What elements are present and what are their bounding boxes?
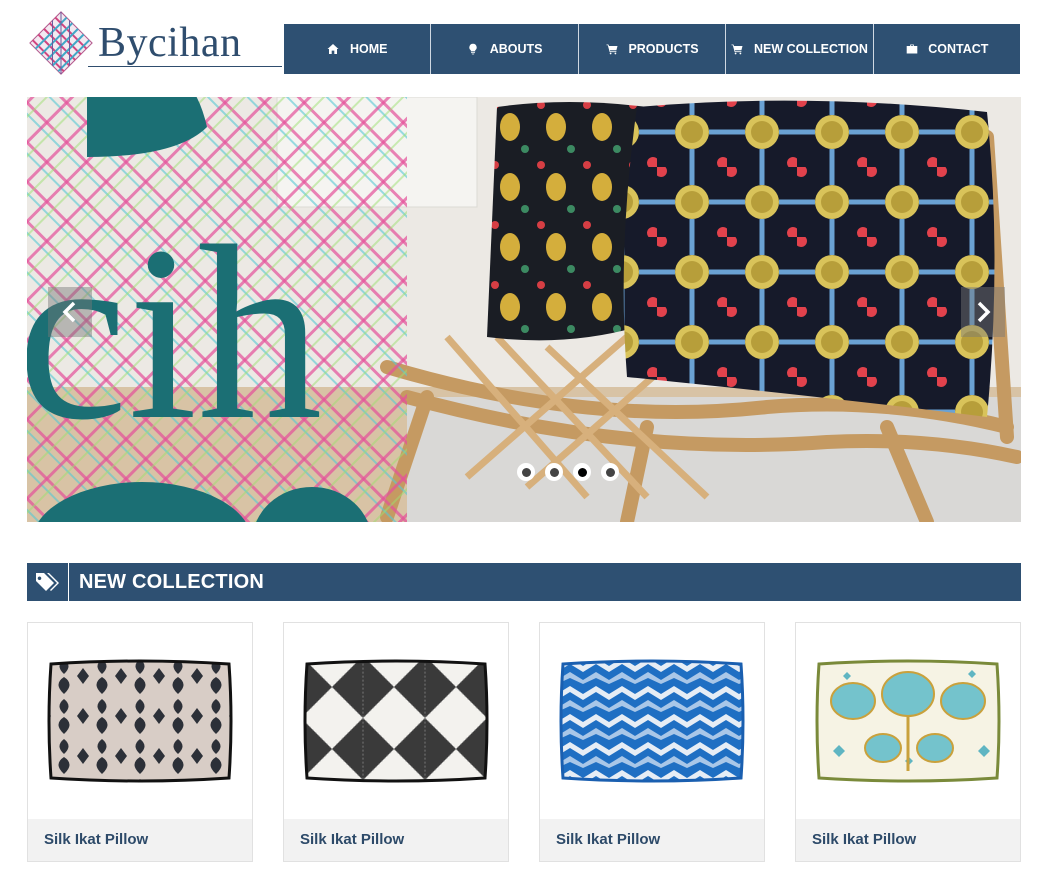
hero-slide-image: cih [27,97,1021,522]
hero-slider: cih [27,97,1021,522]
nav-item-label: NEW COLLECTION [753,42,868,56]
product-card[interactable]: Silk Ikat Pillow [795,622,1021,862]
chevron-left-icon [62,301,76,323]
tags-icon [27,563,69,601]
nav-item-label: PRODUCTS [628,42,699,56]
product-image [540,623,764,819]
slider-dot[interactable] [545,463,563,481]
nav-item-label: CONTACT [928,42,989,56]
logo-underline [88,66,282,67]
product-grid: Silk Ikat Pillow Silk Ikat Pillow Silk I… [27,622,1021,862]
product-name: Silk Ikat Pillow [540,819,764,861]
chevron-right-icon [977,301,991,323]
cart-icon [605,43,618,56]
nav-item-label: HOME [349,42,388,56]
section-title: NEW COLLECTION [79,570,265,593]
briefcase-icon [905,43,918,56]
product-image [284,623,508,819]
section-header-new-collection: NEW COLLECTION [27,563,1021,601]
slider-prev-button[interactable] [48,287,92,337]
nav-item-products[interactable]: PRODUCTS [579,24,727,74]
slider-dot[interactable] [601,463,619,481]
product-name: Silk Ikat Pillow [796,819,1020,861]
nav-item-abouts[interactable]: ABOUTS [431,24,579,74]
logo-diamond-icon [29,11,93,75]
product-name: Silk Ikat Pillow [284,819,508,861]
slider-pagination [517,463,619,481]
slider-next-button[interactable] [961,287,1005,337]
product-card[interactable]: Silk Ikat Pillow [539,622,765,862]
logo-text: Bycihan [98,20,242,66]
slider-dot[interactable] [517,463,535,481]
product-image [796,623,1020,819]
site-logo[interactable]: Bycihan [28,10,282,76]
slider-dot-active[interactable] [573,463,591,481]
nav-item-new-collection[interactable]: NEW COLLECTION [726,24,874,74]
product-image [28,623,252,819]
product-card[interactable]: Silk Ikat Pillow [27,622,253,862]
product-name: Silk Ikat Pillow [28,819,252,861]
home-icon [327,43,340,56]
nav-item-contact[interactable]: CONTACT [874,24,1020,74]
nav-item-home[interactable]: HOME [284,24,432,74]
lightbulb-icon [467,43,480,56]
main-nav: HOME ABOUTS PRODUCTS NEW COLLECTION CONT… [284,24,1020,74]
product-card[interactable]: Silk Ikat Pillow [283,622,509,862]
site-header: Bycihan HOME ABOUTS PRODUCTS NEW COLLECT… [0,0,1052,90]
cart-icon [731,43,744,56]
nav-item-label: ABOUTS [489,42,543,56]
